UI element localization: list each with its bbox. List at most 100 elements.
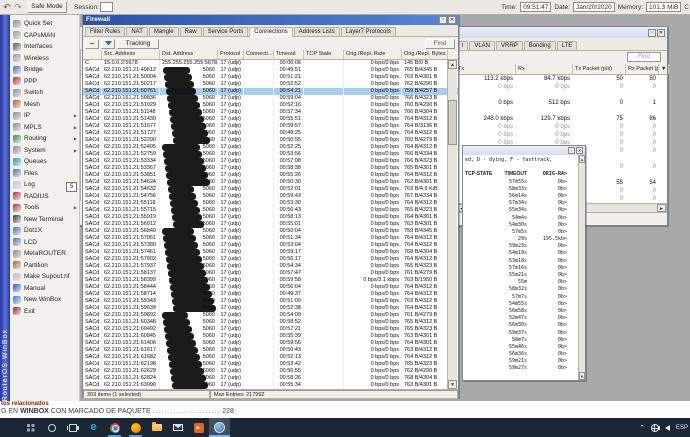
terminal-titlebar[interactable]: ▫✕ <box>463 146 585 155</box>
sidebar-item-tools[interactable]: Tools▶ <box>10 202 79 214</box>
tab-raw[interactable]: Raw <box>180 27 202 36</box>
sidebar-item-lcd[interactable]: LCD <box>10 237 79 249</box>
restore-icon[interactable]: ▫ <box>439 16 447 24</box>
column-header-tx-packet-p-s[interactable]: Tx Packet (p/s) <box>573 64 626 74</box>
terminal-window[interactable]: ▫✕ ed, D - dying, F - fasttrack,TCP-STAT… <box>462 145 586 381</box>
column-header-flags[interactable] <box>83 50 102 59</box>
column-header-orig-repl-bytes[interactable]: Orig./Repl. Bytes <box>402 50 448 59</box>
connection-row[interactable]: SACd62.210.151.21:58399506017 (udp)00:59… <box>83 277 458 284</box>
connection-row[interactable]: SACd62.210.151.21:60492506017 (udp)00:57… <box>83 326 458 333</box>
restore-icon[interactable]: ▫ <box>568 147 575 154</box>
chrome-button[interactable] <box>104 418 125 437</box>
file-explorer-button[interactable] <box>146 418 167 437</box>
sidebar-item-radius[interactable]: RADIUS <box>10 191 79 203</box>
sidebar-item-ip[interactable]: IP▶ <box>10 110 79 122</box>
connection-row[interactable]: SACd62.210.151.21:57602506017 (udp)00:56… <box>83 256 458 263</box>
tab-bonding[interactable]: Bonding <box>524 41 556 50</box>
connection-row[interactable]: SACd62.210.151.21:57061506017 (udp)00:51… <box>83 235 458 242</box>
column-header-tx[interactable]: Tx <box>456 64 516 74</box>
sidebar-item-new-terminal[interactable]: New Terminal <box>10 214 79 226</box>
undo-icon[interactable]: ↶ <box>2 1 12 13</box>
tray-expand-icon[interactable]: ⌃ <box>639 424 645 432</box>
column-header-tcp-state[interactable]: TCP State <box>304 50 344 59</box>
connection-row[interactable]: SACd62.210.151.21:50217506017 (udp)00:52… <box>83 81 458 88</box>
connection-row[interactable]: SACd62.210.151.21:62198506017 (udp)00:53… <box>83 361 458 368</box>
find-button[interactable]: Find <box>627 52 661 62</box>
connection-row[interactable]: SACd62.210.151.21:61682506017 (udp)00:52… <box>83 354 458 361</box>
sidebar-item-metarouter[interactable]: MetaROUTER <box>10 248 79 260</box>
connection-row[interactable]: SACd62.210.151.21:57380506017 (udp)00:53… <box>83 242 458 249</box>
column-header-protocol[interactable]: Protocol <box>218 50 244 59</box>
cortana-button[interactable] <box>41 418 62 437</box>
connection-row[interactable]: C15.0.0.2:5678255.255.255.255:567817 (ud… <box>83 60 458 67</box>
connection-row[interactable]: SACd62.210.151.21:53851506017 (udp)00:55… <box>83 172 458 179</box>
remove-button[interactable]: − <box>85 39 99 49</box>
connection-row[interactable]: SACd62.210.151.21:57461506017 (udp)00:59… <box>83 249 458 256</box>
column-header-rx[interactable]: Rx <box>516 64 573 74</box>
sidebar-item-make-supout-rif[interactable]: Make Supout.rif <box>10 271 79 283</box>
tracking-button[interactable]: Tracking <box>117 39 159 49</box>
sidebar-item-switch[interactable]: Switch <box>10 87 79 99</box>
column-header-src-address[interactable]: Src. Address <box>102 50 160 59</box>
sidebar-item-exit[interactable]: Exit <box>10 306 79 318</box>
tab-service-ports[interactable]: Service Ports <box>203 27 249 36</box>
sidebar-item-capsman[interactable]: CAPsMAN <box>10 30 79 42</box>
column-header-item[interactable]: ▼ <box>659 64 669 74</box>
sidebar-item-mpls[interactable]: MPLS▶ <box>10 122 79 134</box>
volume-icon[interactable] <box>665 425 670 431</box>
tab-lte[interactable]: LTE <box>557 41 578 50</box>
connection-row[interactable]: SACd62.210.151.21:50761506017 (udp)00:54… <box>83 88 458 95</box>
connection-row[interactable]: SACd62.210.151.21:59892506017 (udp)00:54… <box>83 312 458 319</box>
tab-connections[interactable]: Connections <box>249 27 292 37</box>
terminal-scrollbar[interactable]: ▲ ▼ <box>578 155 585 380</box>
tab-layer7-protocols[interactable]: Layer7 Protocols <box>341 27 396 36</box>
sidebar-item-interfaces[interactable]: Interfaces <box>10 41 79 53</box>
close-icon[interactable]: ✕ <box>576 147 583 154</box>
connection-row[interactable]: SACd62.210.151.21:60348506017 (udp)00:58… <box>83 319 458 326</box>
task-view-button[interactable] <box>62 418 83 437</box>
connection-row[interactable]: SACd62.210.151.21:63090506017 (udp)00:55… <box>83 382 458 389</box>
tab-address-lists[interactable]: Address Lists <box>294 27 340 36</box>
store-app-button[interactable]: ▶ <box>188 418 209 437</box>
language-indicator[interactable]: ESP <box>676 425 688 431</box>
sidebar-item-partition[interactable]: Partition <box>10 260 79 272</box>
column-header-dst-address[interactable]: Dst. Address <box>160 50 218 59</box>
session-field[interactable] <box>100 2 113 12</box>
start-button[interactable] <box>20 418 41 437</box>
tab-nat[interactable]: NAT <box>126 27 148 36</box>
connection-row[interactable]: SACd62.210.151.21:51148506017 (udp)00:57… <box>83 109 458 116</box>
connection-row[interactable]: SACd62.210.151.21:51677506017 (udp)00:59… <box>83 123 458 130</box>
connection-row[interactable]: SACd62.210.151.21:51430506017 (udp)00:55… <box>83 116 458 123</box>
scroll-up-icon[interactable]: ▲ <box>448 60 457 69</box>
mail-button[interactable] <box>167 418 188 437</box>
connection-row[interactable]: SACd62.210.151.21:52759506017 (udp)00:53… <box>83 151 458 158</box>
connection-row[interactable]: SACd62.210.151.21:52405506017 (udp)00:52… <box>83 144 458 151</box>
sidebar-item-system[interactable]: System▶ <box>10 145 79 157</box>
connection-row[interactable]: SACd62.210.151.21:58137506017 (udp)00:57… <box>83 270 458 277</box>
connection-row[interactable]: SACd62.210.151.21:50836506017 (udp)00:59… <box>83 95 458 102</box>
connection-row[interactable]: SACd62.210.151.21:54624506017 (udp)00:50… <box>83 179 458 186</box>
connection-row[interactable]: SACd62.210.151.21:56012506017 (udp)00:55… <box>83 221 458 228</box>
restore-icon[interactable]: ▫ <box>648 29 656 37</box>
connection-row[interactable]: SACd62.210.151.21:49612506017 (udp)00:49… <box>83 67 458 74</box>
tab-filter-rules[interactable]: Filter Rules <box>85 27 125 36</box>
connection-row[interactable]: SACd62.210.151.21:59343506017 (udp)00:51… <box>83 298 458 305</box>
connection-row[interactable]: SACd62.210.151.21:55715506017 (udp)00:56… <box>83 207 458 214</box>
tab-vlan[interactable]: VLAN <box>469 41 495 50</box>
edge-button[interactable]: e <box>83 418 104 437</box>
connection-row[interactable]: SACd62.210.151.21:58444506017 (udp)00:56… <box>83 284 458 291</box>
column-header-rx-packet-p-s[interactable]: Rx Packet (p/s) <box>626 64 659 74</box>
connection-row[interactable]: SACd62.210.151.21:51029506017 (udp)00:52… <box>83 102 458 109</box>
scrollbar-thumb[interactable] <box>448 100 457 145</box>
connection-row[interactable]: SACd62.210.151.21:53367506017 (udp)00:58… <box>83 165 458 172</box>
sidebar-item-files[interactable]: Files <box>10 168 79 180</box>
close-icon[interactable]: ✕ <box>657 29 665 37</box>
connection-row[interactable]: SACd62.210.151.21:56840506017 (udp)00:50… <box>83 228 458 235</box>
sidebar-item-new-winbox[interactable]: New WinBox <box>10 294 79 306</box>
sidebar-item-wireless[interactable]: Wireless <box>10 53 79 65</box>
filter-button[interactable] <box>101 39 115 49</box>
connection-row[interactable]: SACd62.210.151.21:52290506017 (udp)00:50… <box>83 137 458 144</box>
scroll-up-icon[interactable]: ▲ <box>579 155 585 163</box>
connection-row[interactable]: SACd62.210.151.21:50004506017 (udp)00:51… <box>83 74 458 81</box>
terminal-output[interactable]: ed, D - dying, F - fasttrack,TCP-STATETI… <box>463 155 578 380</box>
